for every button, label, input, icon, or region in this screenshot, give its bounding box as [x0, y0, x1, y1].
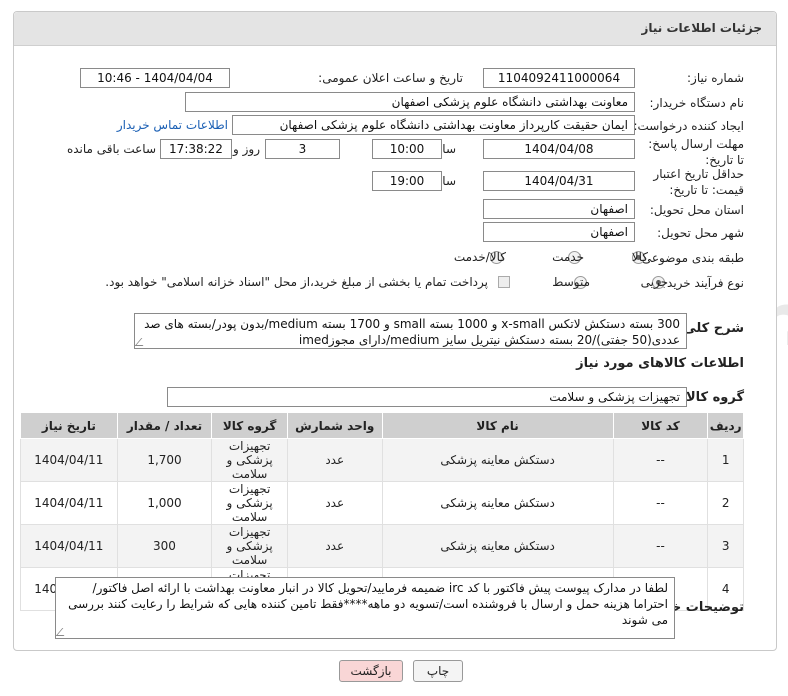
category-option-goods-service: کالا/خدمت [453, 250, 506, 264]
col-group: گروه کالا [211, 412, 288, 439]
min-validity-label: حداقل تاریخ اعتبار قیمت: تا تاریخ: [653, 167, 744, 197]
city-label: شهر محل تحویل: [657, 226, 744, 240]
days-remaining-field[interactable]: 3 [265, 139, 340, 159]
cell-name: دستکش معاینه پزشکی [381, 524, 614, 568]
announce-date-label: تاریخ و ساعت اعلان عمومی: [318, 71, 463, 85]
col-row: ردیف [707, 412, 744, 439]
col-unit: واحد شمارش [286, 412, 383, 439]
requester-label: ایجاد کننده درخواست: [633, 119, 744, 133]
col-code: کد کالا [612, 412, 709, 439]
table-row[interactable]: 2 -- دستکش معاینه پزشکی عدد تجهیزات پزشک… [20, 481, 744, 525]
requester-field[interactable]: ایمان حقیقت کارپرداز معاونت بهداشتی دانش… [232, 115, 635, 135]
cell-row: 2 [707, 481, 744, 525]
cell-unit: عدد [286, 524, 383, 568]
days-label: روز و [233, 142, 260, 156]
table-row[interactable]: 1 -- دستکش معاینه پزشکی عدد تجهیزات پزشک… [20, 438, 744, 482]
remaining-time-field[interactable]: 17:38:22 [160, 139, 232, 159]
cell-qty: 300 [116, 524, 213, 568]
cell-name: دستکش معاینه پزشکی [381, 438, 614, 482]
back-button[interactable]: بازگشت [339, 660, 403, 682]
description-text: 300 بسته دستکش لاتکس x-small و 1000 بسته… [144, 317, 680, 347]
buyer-notes-text: لطفا در مدارک پیوست پیش فاکتور با کد irc… [68, 581, 668, 627]
need-number-label: شماره نیاز: [687, 71, 744, 85]
category-label: طبقه بندی موضوعی: [637, 251, 744, 265]
province-field[interactable]: اصفهان [483, 199, 635, 219]
province-label: استان محل تحویل: [649, 203, 744, 217]
goods-group-field[interactable]: تجهیزات پزشکی و سلامت [167, 387, 687, 407]
goods-group-label: گروه کالا: [680, 390, 744, 405]
city-field[interactable]: اصفهان [483, 222, 635, 242]
goods-section-title: اطلاعات کالاهای مورد نیاز [576, 356, 744, 371]
min-validity-date-field[interactable]: 1404/04/31 [483, 171, 635, 191]
col-qty: تعداد / مقدار [116, 412, 213, 439]
need-number-field[interactable]: 1104092411000064 [483, 68, 635, 88]
cell-group: تجهیزات پزشکی و سلامت [211, 438, 288, 482]
buyer-contact-link[interactable]: اطلاعات تماس خریدار [117, 118, 228, 132]
category-option-service: خدمت [552, 250, 584, 264]
resize-handle-icon[interactable] [56, 628, 71, 636]
remaining-time-label: ساعت باقی مانده [66, 142, 156, 156]
cell-group: تجهیزات پزشکی و سلامت [211, 524, 288, 568]
col-date: تاریخ نیاز [20, 412, 118, 439]
category-option-goods: کالا [631, 250, 648, 264]
cell-code: -- [612, 524, 709, 568]
buyer-org-label: نام دستگاه خریدار: [649, 96, 745, 110]
announce-date-field[interactable]: 1404/04/04 - 10:46 [80, 68, 230, 88]
deadline-time-field[interactable]: 10:00 [372, 139, 442, 159]
cell-date: 1404/04/11 [20, 438, 118, 482]
cell-qty: 1,000 [116, 481, 213, 525]
cell-row: 3 [707, 524, 744, 568]
cell-name: دستکش معاینه پزشکی [381, 481, 614, 525]
process-type-label: نوع فرآیند خرید : [659, 276, 744, 290]
process-option-minor: جزیی [640, 275, 668, 289]
cell-code: -- [612, 481, 709, 525]
cell-code: -- [612, 438, 709, 482]
deadline-date-field[interactable]: 1404/04/08 [483, 139, 635, 159]
print-button[interactable]: چاپ [413, 660, 463, 682]
page-title: جزئیات اطلاعات نیاز [641, 21, 762, 35]
treasury-checkbox[interactable] [498, 276, 510, 288]
cell-group: تجهیزات پزشکی و سلامت [211, 481, 288, 525]
process-option-medium: متوسط [552, 275, 590, 289]
panel-header: جزئیات اطلاعات نیاز [14, 12, 776, 46]
deadline-label: مهلت ارسال پاسخ: تا تاریخ: [648, 137, 744, 167]
min-validity-time-field[interactable]: 19:00 [372, 171, 442, 191]
table-row[interactable]: 3 -- دستکش معاینه پزشکی عدد تجهیزات پزشک… [20, 524, 744, 568]
treasury-note: پرداخت تمام یا بخشی از مبلغ خرید،از محل … [105, 275, 488, 289]
cell-unit: عدد [286, 438, 383, 482]
cell-qty: 1,700 [116, 438, 213, 482]
cell-row: 1 [707, 438, 744, 482]
col-name: نام کالا [381, 412, 614, 439]
description-textarea[interactable]: 300 بسته دستکش لاتکس x-small و 1000 بسته… [134, 313, 687, 349]
buyer-org-field[interactable]: معاونت بهداشتی دانشگاه علوم پزشکی اصفهان [185, 92, 635, 112]
buyer-notes-textarea[interactable]: لطفا در مدارک پیوست پیش فاکتور با کد irc… [55, 577, 675, 639]
cell-date: 1404/04/11 [20, 481, 118, 525]
cell-date: 1404/04/11 [20, 524, 118, 568]
cell-unit: عدد [286, 481, 383, 525]
resize-handle-icon[interactable] [135, 338, 150, 346]
